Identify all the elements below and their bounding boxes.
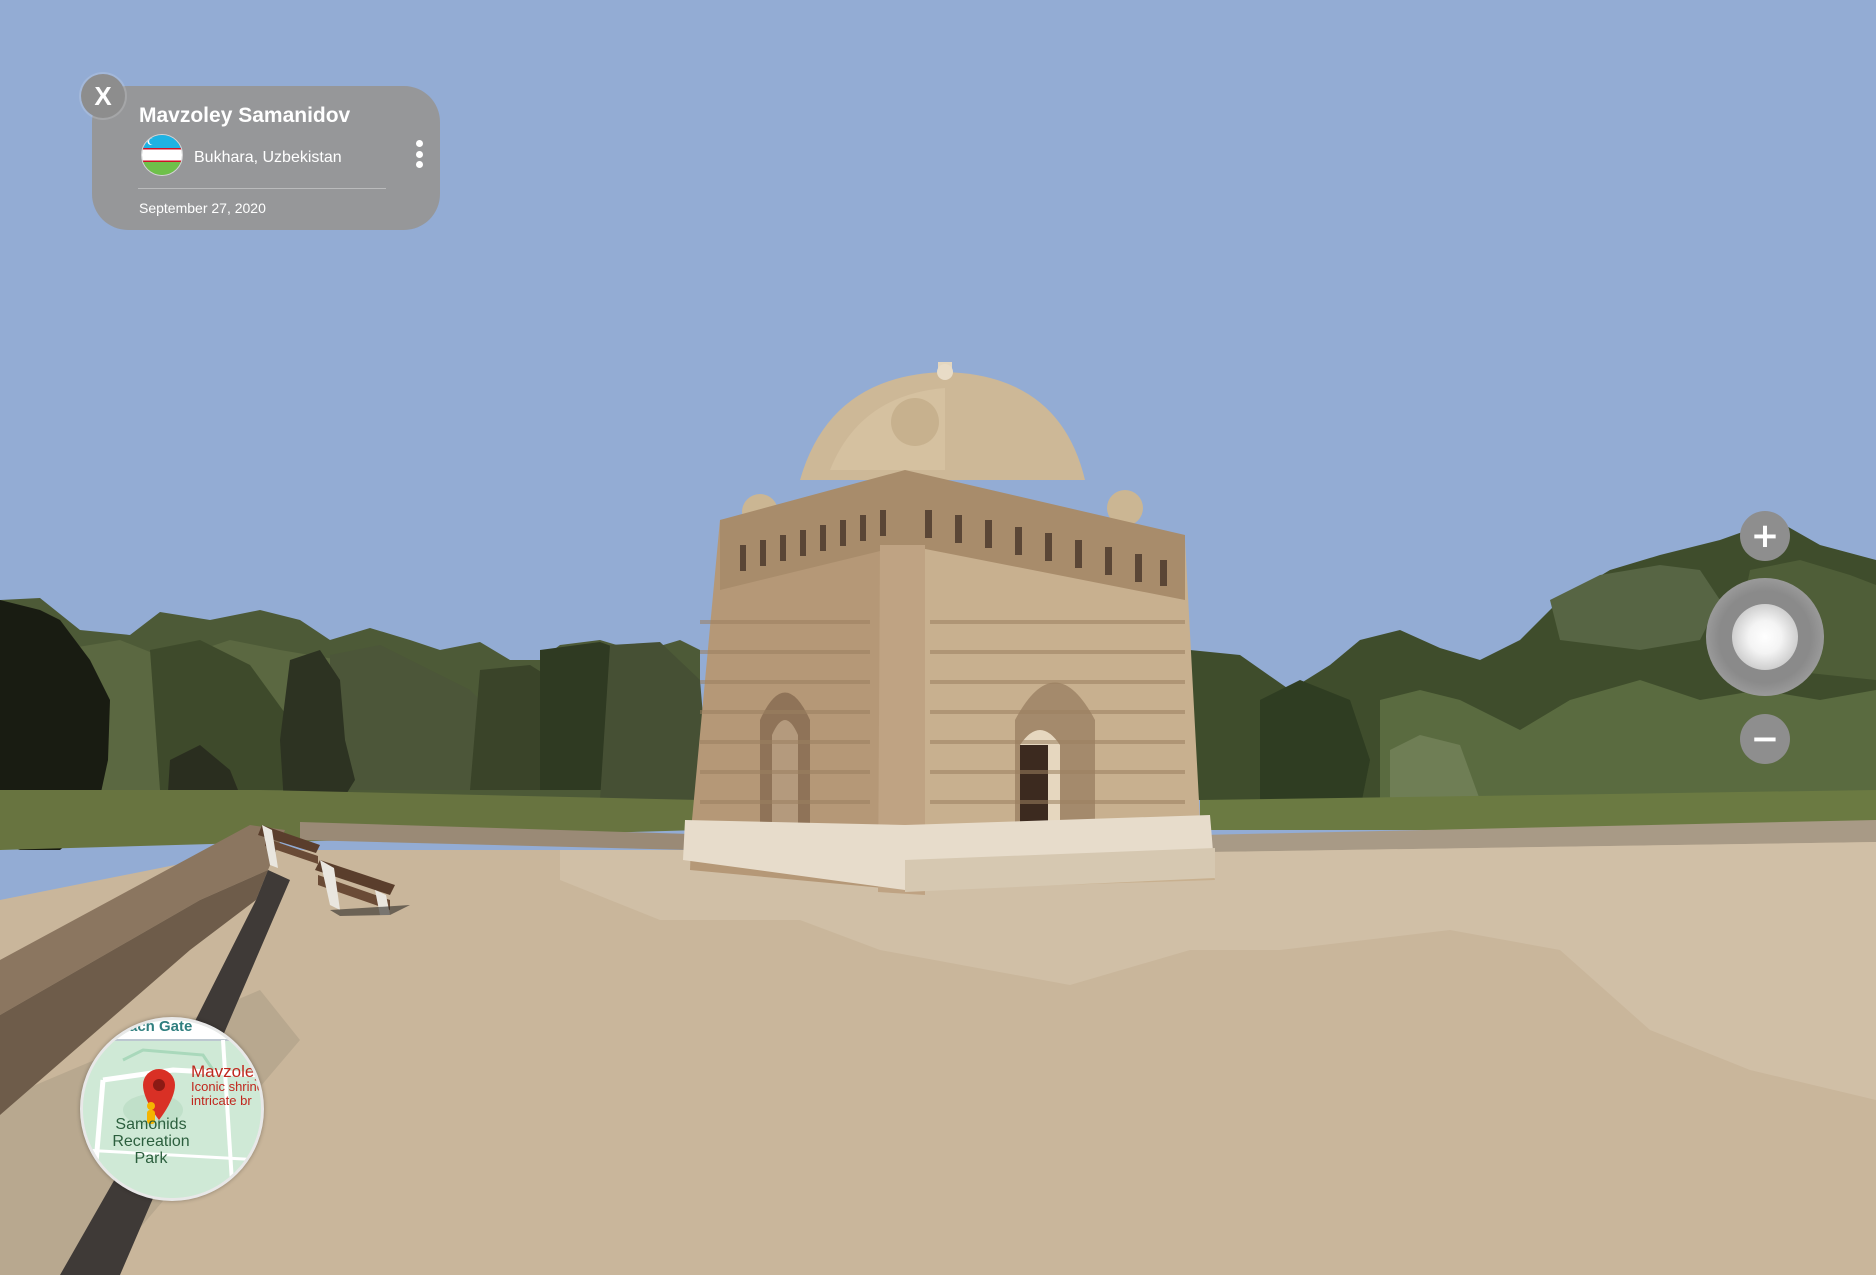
map-label-gate: ach Gate <box>129 1018 193 1035</box>
map-label-description: Iconic shrine intricate br <box>191 1079 264 1108</box>
place-location: Bukhara, Uzbekistan <box>194 149 342 166</box>
card-divider <box>138 188 386 189</box>
mini-map-background <box>83 1020 261 1198</box>
plus-icon: + <box>1750 516 1780 556</box>
more-vert-icon[interactable] <box>412 136 426 172</box>
street-view-viewport[interactable]: Mavzoley Samanidov Bukhara, Uzbekistan S… <box>0 0 1876 1275</box>
zoom-in-button[interactable]: + <box>1740 511 1790 561</box>
close-button[interactable]: X <box>81 74 125 118</box>
compass-control[interactable] <box>1706 578 1824 696</box>
uzbekistan-flag-icon <box>141 134 183 176</box>
close-icon: X <box>94 80 112 111</box>
compass-icon <box>1732 604 1798 670</box>
zoom-out-button[interactable]: − <box>1740 714 1790 764</box>
map-label-park: Samonids Recreation Park <box>112 1116 190 1167</box>
place-title: Mavzoley Samanidov <box>139 104 351 127</box>
minus-icon: − <box>1750 719 1780 759</box>
capture-date: September 27, 2020 <box>139 200 266 216</box>
mini-map[interactable]: ach Gate Mavzoley Iconic shrine intricat… <box>80 1017 264 1201</box>
place-info-card: Mavzoley Samanidov Bukhara, Uzbekistan S… <box>92 86 440 230</box>
